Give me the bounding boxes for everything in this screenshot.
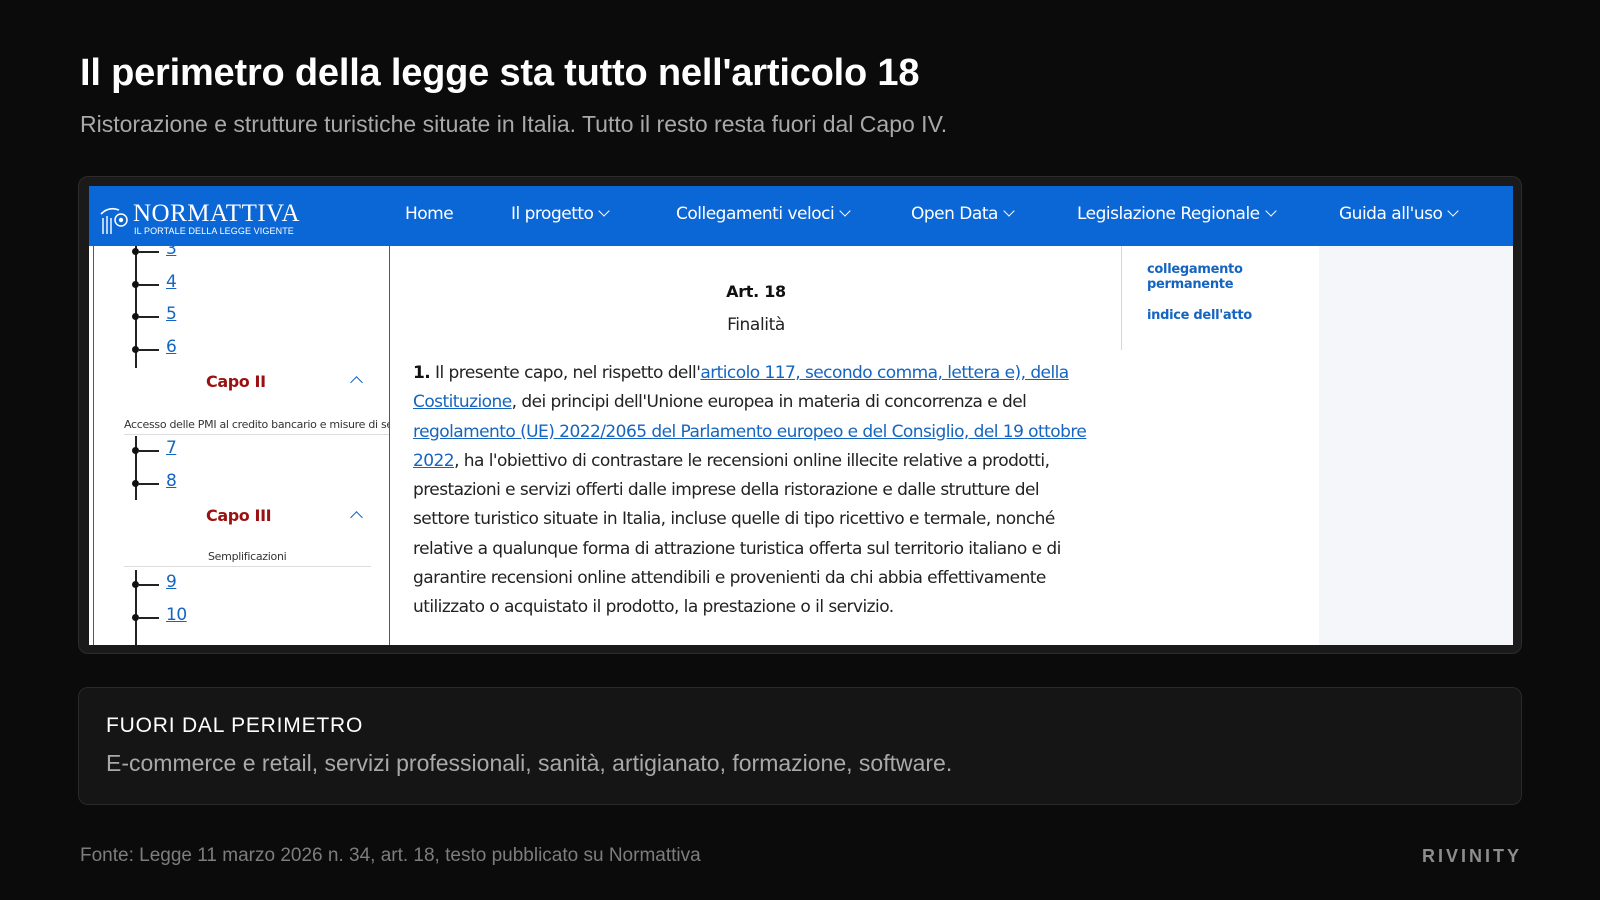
tree-branch xyxy=(139,617,159,619)
tree-node-dot xyxy=(132,313,139,320)
page-title: Il perimetro della legge sta tutto nell'… xyxy=(80,52,920,94)
out-of-scope-callout: FUORI DAL PERIMETRO E-commerce e retail,… xyxy=(78,687,1522,805)
nav-item-label: Legislazione Regionale xyxy=(1077,204,1260,224)
capo-3-description: Semplificazioni xyxy=(208,550,287,563)
comma-text: , dei principi dell'Unione europea in ma… xyxy=(511,392,1027,413)
nav-item[interactable]: Open Data xyxy=(911,204,1015,224)
brand-wordmark: RIVINITY xyxy=(1421,846,1522,866)
tree-article-link[interactable]: 9 xyxy=(166,572,177,592)
comma-text: Il presente capo, nel rispetto dell' xyxy=(430,363,701,383)
nav-item-label: Open Data xyxy=(911,204,998,224)
chevron-down-icon xyxy=(839,205,851,217)
tree-node-dot xyxy=(132,281,139,288)
tree-node-dot xyxy=(132,480,139,487)
screenshot-frame: NORMATTIVA IL PORTALE DELLA LEGGE VIGENT… xyxy=(78,176,1522,654)
divider xyxy=(124,434,389,435)
nav-item-label: Home xyxy=(405,204,454,224)
tree-article-link[interactable]: 10 xyxy=(166,605,187,625)
article-comma-1: 1. Il presente capo, nel rispetto dell'a… xyxy=(413,359,1099,623)
tree-node-dot xyxy=(132,248,139,255)
nav-item[interactable]: Il progetto xyxy=(511,204,611,224)
nav-item[interactable]: Legislazione Regionale xyxy=(1077,204,1277,224)
nav-item[interactable]: Guida all'uso xyxy=(1339,204,1460,224)
capo-3-heading[interactable]: Capo III xyxy=(206,506,272,525)
divider xyxy=(124,566,371,567)
chevron-down-icon xyxy=(598,205,611,217)
logo-tagline: IL PORTALE DELLA LEGGE VIGENTE xyxy=(134,226,294,236)
nav-item-label: Collegamenti veloci xyxy=(676,204,835,224)
page-subtitle: Ristorazione e strutture turistiche situ… xyxy=(80,111,948,137)
chevron-down-icon xyxy=(1003,205,1015,217)
tree-connector xyxy=(135,436,137,500)
callout-title: FUORI DAL PERIMETRO xyxy=(106,714,364,737)
tree-branch xyxy=(139,450,159,452)
tree-branch xyxy=(139,483,159,485)
logo-name: NORMATTIVA xyxy=(133,200,301,227)
tree-branch xyxy=(139,316,159,318)
tree-branch xyxy=(139,584,159,586)
tree-branch xyxy=(139,349,159,351)
nav-item[interactable]: Home xyxy=(405,204,454,224)
normattiva-screenshot: NORMATTIVA IL PORTALE DELLA LEGGE VIGENT… xyxy=(89,186,1513,645)
tree-node-dot xyxy=(132,581,139,588)
divider xyxy=(1121,246,1122,350)
normattiva-logo[interactable]: NORMATTIVA IL PORTALE DELLA LEGGE VIGENT… xyxy=(99,200,301,238)
article-rubric: Finalità xyxy=(727,315,785,335)
tree-node-dot xyxy=(132,346,139,353)
chevron-down-icon xyxy=(1264,205,1277,217)
nav-item-label: Il progetto xyxy=(511,204,594,224)
source-note: Fonte: Legge 11 marzo 2026 n. 34, art. 1… xyxy=(80,845,701,866)
tree-branch xyxy=(139,251,159,253)
article-tools: collegamento permanente indice dell'atto xyxy=(1121,246,1319,645)
tree-article-link[interactable]: 3 xyxy=(166,246,177,259)
normattiva-logo-icon xyxy=(100,207,128,234)
article-title: Art. 18 xyxy=(726,282,786,301)
article-tree-sidebar: Capo II Accesso delle PMI al credito ban… xyxy=(93,246,390,645)
tree-article-link[interactable]: 6 xyxy=(166,337,177,357)
tree-node-dot xyxy=(132,447,139,454)
comma-number: 1. xyxy=(413,363,431,383)
tree-node-dot xyxy=(132,614,139,621)
right-column xyxy=(1319,246,1513,645)
comma-text: , ha l'obiettivo di contrastare le recen… xyxy=(413,450,1061,618)
nav-item[interactable]: Collegamenti veloci xyxy=(676,204,851,224)
tree-branch xyxy=(139,284,159,286)
act-index-link[interactable]: indice dell'atto xyxy=(1147,308,1252,323)
nav-item-label: Guida all'uso xyxy=(1339,204,1443,224)
tree-article-link[interactable]: 5 xyxy=(166,304,177,324)
chevron-down-icon xyxy=(1447,205,1460,217)
capo-2-description: Accesso delle PMI al credito bancario e … xyxy=(124,418,390,431)
callout-text: E-commerce e retail, servizi professiona… xyxy=(106,750,953,776)
capo-2-heading[interactable]: Capo II xyxy=(206,372,266,391)
article-panel: Art. 18 Finalità 1. Il presente capo, ne… xyxy=(391,246,1121,645)
capo-2-collapse-icon[interactable] xyxy=(350,376,363,389)
tree-article-link[interactable]: 8 xyxy=(166,471,177,491)
normattiva-navbar: NORMATTIVA IL PORTALE DELLA LEGGE VIGENT… xyxy=(89,186,1513,246)
tree-article-link[interactable]: 7 xyxy=(166,438,177,458)
permalink-link[interactable]: collegamento permanente xyxy=(1147,262,1267,292)
tree-article-link[interactable]: 4 xyxy=(166,272,177,292)
capo-3-collapse-icon[interactable] xyxy=(350,511,363,524)
